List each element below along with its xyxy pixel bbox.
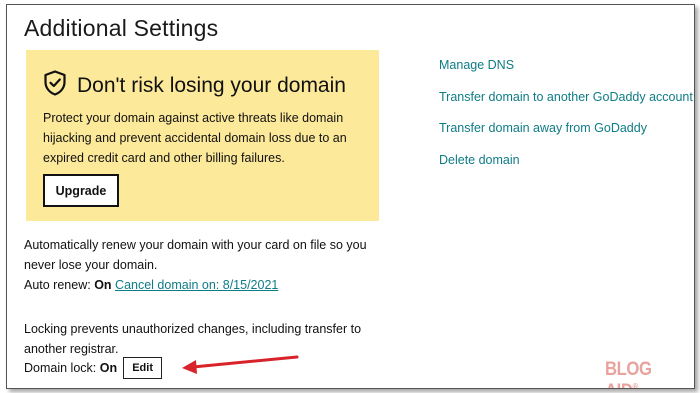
domain-actions-list: Manage DNS Transfer domain to another Go… [439, 55, 693, 181]
domain-lock-status: On [99, 361, 118, 375]
watermark-text: BLOG AID [605, 359, 652, 388]
banner-header: Don't risk losing your domain [43, 70, 346, 101]
transfer-away-link[interactable]: Transfer domain away from GoDaddy [439, 118, 693, 150]
auto-renew-status: On [94, 278, 112, 292]
domain-protection-banner: Don't risk losing your domain Protect yo… [26, 50, 379, 221]
auto-renew-label: Auto renew: [24, 278, 91, 292]
banner-title: Don't risk losing your domain [77, 73, 346, 97]
delete-domain-link[interactable]: Delete domain [439, 150, 693, 182]
cancel-domain-link[interactable]: Cancel domain on: 8/15/2021 [115, 278, 278, 292]
auto-renew-section: Automatically renew your domain with you… [24, 235, 394, 295]
domain-lock-row: Domain lock: On Edit [24, 357, 163, 379]
settings-panel: Additional Settings Don't risk losing yo… [6, 4, 695, 389]
domain-lock-label: Domain lock: [24, 361, 97, 375]
red-arrow-annotation [182, 355, 299, 374]
auto-renew-row: Auto renew: On Cancel domain on: 8/15/20… [24, 275, 394, 295]
auto-renew-description: Automatically renew your domain with you… [24, 238, 367, 272]
upgrade-button[interactable]: Upgrade [43, 174, 119, 207]
manage-dns-link[interactable]: Manage DNS [439, 55, 693, 87]
domain-lock-edit-button[interactable]: Edit [123, 357, 163, 379]
shield-check-icon [43, 70, 77, 101]
transfer-to-godaddy-account-link[interactable]: Transfer domain to another GoDaddy accou… [439, 87, 693, 119]
page-title: Additional Settings [24, 15, 219, 41]
watermark-registered-mark: ® [632, 381, 638, 389]
banner-description: Protect your domain against active threa… [43, 111, 347, 165]
blog-aid-watermark: BLOG AID® [605, 359, 683, 389]
